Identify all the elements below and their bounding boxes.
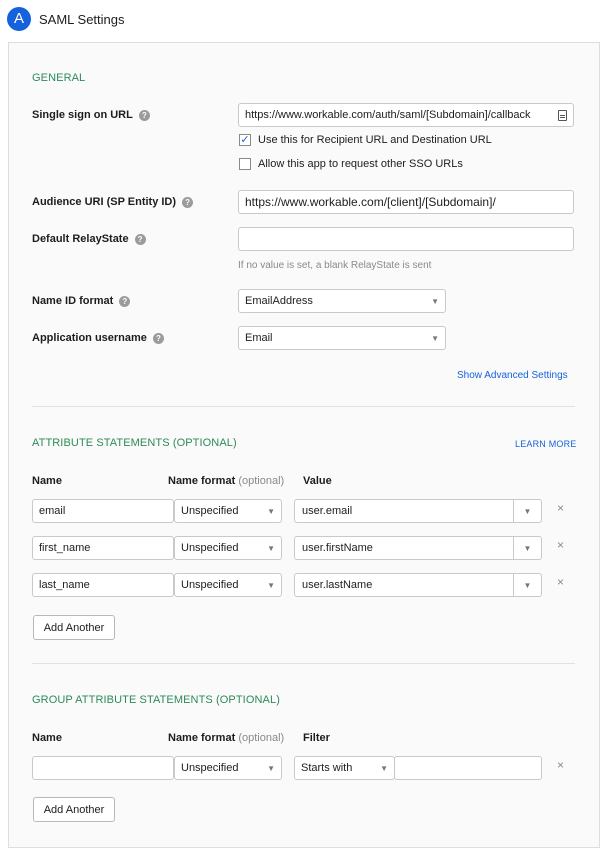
app-username-select[interactable]: Email ▼ <box>238 326 446 350</box>
attr-value-combobox[interactable]: user.email ▼ <box>294 499 542 523</box>
audience-uri-label: Audience URI (SP Entity ID)? <box>32 196 194 208</box>
sso-url-value: https://www.workable.com/auth/saml/[Subd… <box>245 109 531 121</box>
relay-state-input[interactable] <box>238 227 574 251</box>
name-id-format-label-text: Name ID format <box>32 295 114 307</box>
group-format-value: Unspecified <box>181 762 239 774</box>
chevron-down-icon: ▼ <box>431 333 439 343</box>
page-title: SAML Settings <box>39 12 125 27</box>
attr-value: user.lastName <box>302 579 373 591</box>
attr-name-input[interactable]: email <box>32 499 174 523</box>
attr-value-text[interactable]: user.lastName <box>295 574 513 596</box>
sso-url-label-text: Single sign on URL <box>32 109 133 121</box>
group-attribute-statements-title: GROUP ATTRIBUTE STATEMENTS (OPTIONAL) <box>32 694 280 706</box>
group-col-format-text: Name format <box>168 732 236 744</box>
group-name-input[interactable] <box>32 756 174 780</box>
attr-format-value: Unspecified <box>181 505 239 517</box>
remove-row-icon[interactable]: × <box>557 501 564 515</box>
attribute-statements-title: ATTRIBUTE STATEMENTS (OPTIONAL) <box>32 437 237 449</box>
group-format-select[interactable]: Unspecified ▼ <box>174 756 282 780</box>
attr-col-format-text: Name format <box>168 475 236 487</box>
chevron-down-icon: ▼ <box>267 506 275 516</box>
attr-value: user.firstName <box>302 542 373 554</box>
relay-state-hint: If no value is set, a blank RelayState i… <box>238 260 432 271</box>
section-divider <box>32 406 575 407</box>
recipient-checkbox-label[interactable]: Use this for Recipient URL and Destinati… <box>258 134 492 146</box>
name-id-format-select[interactable]: EmailAddress ▼ <box>238 289 446 313</box>
attr-col-format: Name format (optional) <box>168 475 284 487</box>
help-icon[interactable]: ? <box>138 109 150 121</box>
remove-row-icon[interactable]: × <box>557 538 564 552</box>
attr-name-input[interactable]: last_name <box>32 573 174 597</box>
attr-value: user.email <box>302 505 353 517</box>
recipient-checkbox-row: ✓ Use this for Recipient URL and Destina… <box>239 134 492 146</box>
sso-url-label: Single sign on URL? <box>32 109 150 121</box>
app-username-label: Application username? <box>32 332 164 344</box>
attr-format-select[interactable]: Unspecified ▼ <box>174 499 282 523</box>
app-badge-icon: A <box>7 7 31 31</box>
add-group-attribute-button[interactable]: Add Another <box>33 797 115 822</box>
add-attribute-button[interactable]: Add Another <box>33 615 115 640</box>
group-filter-value-input[interactable] <box>394 756 542 780</box>
chevron-down-icon: ▼ <box>267 543 275 553</box>
attr-value-text[interactable]: user.email <box>295 500 513 522</box>
group-filter-type-value: Starts with <box>301 762 353 774</box>
relay-state-label-text: Default RelayState <box>32 233 129 245</box>
other-sso-checkbox[interactable] <box>239 158 251 170</box>
attr-name-value: email <box>39 505 66 517</box>
other-sso-checkbox-row: Allow this app to request other SSO URLs <box>239 158 463 170</box>
attr-value-dropdown[interactable]: ▼ <box>513 574 541 596</box>
learn-more-link[interactable]: LEARN MORE <box>515 439 577 449</box>
attr-name-input[interactable]: first_name <box>32 536 174 560</box>
sso-url-input[interactable]: https://www.workable.com/auth/saml/[Subd… <box>238 103 574 127</box>
chevron-down-icon: ▼ <box>380 763 388 773</box>
audience-uri-input[interactable]: https://www.workable.com/[client]/[Subdo… <box>238 190 574 214</box>
group-col-format-optional: (optional) <box>238 732 285 744</box>
name-id-format-value: EmailAddress <box>245 295 313 307</box>
attr-col-value: Value <box>303 475 332 487</box>
attr-col-format-optional: (optional) <box>238 475 285 487</box>
attr-value-dropdown[interactable]: ▼ <box>513 500 541 522</box>
attr-value-dropdown[interactable]: ▼ <box>513 537 541 559</box>
other-sso-checkbox-label[interactable]: Allow this app to request other SSO URLs <box>258 158 463 170</box>
attr-name-value: first_name <box>39 542 91 554</box>
general-section-title: GENERAL <box>32 72 86 84</box>
attr-format-value: Unspecified <box>181 579 239 591</box>
attr-value-combobox[interactable]: user.firstName ▼ <box>294 536 542 560</box>
help-icon[interactable]: ? <box>134 233 146 245</box>
remove-row-icon[interactable]: × <box>557 758 564 772</box>
attr-format-value: Unspecified <box>181 542 239 554</box>
audience-uri-label-text: Audience URI (SP Entity ID) <box>32 196 177 208</box>
relay-state-label: Default RelayState? <box>32 233 146 245</box>
help-icon[interactable]: ? <box>182 196 194 208</box>
name-id-format-label: Name ID format? <box>32 295 131 307</box>
help-icon[interactable]: ? <box>119 295 131 307</box>
chevron-down-icon: ▼ <box>431 296 439 306</box>
attr-name-value: last_name <box>39 579 90 591</box>
attr-value-combobox[interactable]: user.lastName ▼ <box>294 573 542 597</box>
audience-uri-value: https://www.workable.com/[client]/[Subdo… <box>245 195 496 209</box>
group-filter-type-select[interactable]: Starts with ▼ <box>294 756 395 780</box>
app-username-value: Email <box>245 332 273 344</box>
section-divider <box>32 663 575 664</box>
app-username-label-text: Application username <box>32 332 147 344</box>
help-icon[interactable]: ? <box>152 332 164 344</box>
chevron-down-icon: ▼ <box>523 506 532 516</box>
chevron-down-icon: ▼ <box>267 580 275 590</box>
document-icon[interactable] <box>558 109 567 121</box>
group-col-name: Name <box>32 732 62 744</box>
attr-format-select[interactable]: Unspecified ▼ <box>174 573 282 597</box>
chevron-down-icon: ▼ <box>523 543 532 553</box>
recipient-checkbox[interactable]: ✓ <box>239 134 251 146</box>
chevron-down-icon: ▼ <box>267 763 275 773</box>
group-col-filter: Filter <box>303 732 330 744</box>
chevron-down-icon: ▼ <box>523 580 532 590</box>
attr-value-text[interactable]: user.firstName <box>295 537 513 559</box>
attr-col-name: Name <box>32 475 62 487</box>
attr-format-select[interactable]: Unspecified ▼ <box>174 536 282 560</box>
remove-row-icon[interactable]: × <box>557 575 564 589</box>
show-advanced-settings-link[interactable]: Show Advanced Settings <box>457 370 568 381</box>
group-col-format: Name format (optional) <box>168 732 284 744</box>
